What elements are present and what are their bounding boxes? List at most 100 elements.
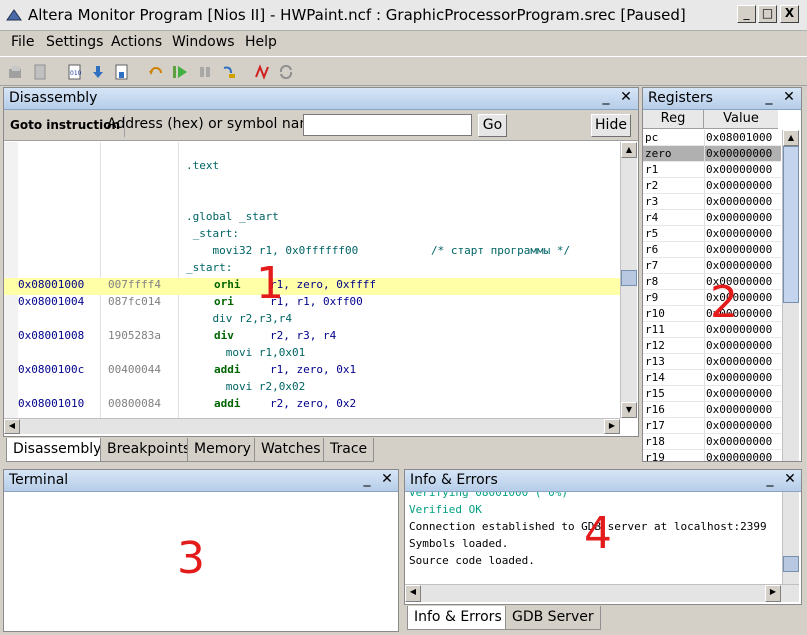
menu-windows[interactable]: Windows xyxy=(172,34,235,50)
register-row[interactable]: r14 0x00000000 xyxy=(643,370,781,386)
register-value[interactable]: 0x00000000 xyxy=(706,419,772,432)
instruction-row[interactable]: 0x08001000 007ffff4 orhi r1, zero, 0xffff xyxy=(4,278,620,295)
source-row[interactable]: .global _start xyxy=(4,210,620,227)
register-value[interactable]: 0x00000000 xyxy=(706,211,772,224)
scroll-down-arrow[interactable]: ▼ xyxy=(621,402,637,418)
instruction-row[interactable]: 0x08001010 00800084 addi r2, zero, 0x2 xyxy=(4,397,620,414)
disassembly-vscrollbar[interactable]: ▲ ▼ xyxy=(620,142,637,418)
scroll-thumb[interactable] xyxy=(621,270,637,286)
instruction-row[interactable]: 0x08001004 087fc014 ori r1, r1, 0xff00 xyxy=(4,295,620,312)
compile-load-icon[interactable] xyxy=(114,64,130,80)
register-row[interactable]: r3 0x00000000 xyxy=(643,194,781,210)
instruction-row[interactable]: 0x0800100c 00400044 addi r1, zero, 0x1 xyxy=(4,363,620,380)
scroll-thumb[interactable] xyxy=(783,556,799,572)
scroll-left-arrow[interactable]: ◀ xyxy=(4,419,20,434)
register-row[interactable]: r2 0x00000000 xyxy=(643,178,781,194)
restart-icon[interactable] xyxy=(148,64,164,80)
scroll-right-arrow[interactable]: ▶ xyxy=(604,419,620,434)
tab-memory[interactable]: Memory xyxy=(187,438,258,462)
hide-button[interactable]: Hide xyxy=(591,114,631,137)
register-value[interactable]: 0x00000000 xyxy=(706,435,772,448)
value-column-header[interactable]: Value xyxy=(704,110,778,129)
registers-vscrollbar[interactable]: ▲ xyxy=(782,130,799,461)
scroll-thumb[interactable] xyxy=(783,146,799,303)
register-row[interactable]: r5 0x00000000 xyxy=(643,226,781,242)
source-row[interactable]: div r2,r3,r4 xyxy=(4,312,620,329)
close-panel-button[interactable]: ✕ xyxy=(782,471,798,487)
tab-info-errors[interactable]: Info & Errors xyxy=(407,606,509,630)
refresh-icon[interactable] xyxy=(278,64,294,80)
minimize-button[interactable]: _ xyxy=(737,5,756,23)
register-value[interactable]: 0x00000000 xyxy=(706,403,772,416)
minimize-panel-button[interactable]: _ xyxy=(762,471,778,487)
source-row[interactable] xyxy=(4,193,620,210)
source-row[interactable]: _start: xyxy=(4,227,620,244)
source-row[interactable] xyxy=(4,176,620,193)
tab-breakpoints[interactable]: Breakpoints xyxy=(100,438,198,462)
menu-file[interactable]: File xyxy=(11,34,34,50)
register-value[interactable]: 0x00000000 xyxy=(706,339,772,352)
register-value[interactable]: 0x00000000 xyxy=(706,355,772,368)
register-row[interactable]: r7 0x00000000 xyxy=(643,258,781,274)
register-row[interactable]: r12 0x00000000 xyxy=(643,338,781,354)
source-row[interactable]: movi32 r1, 0x0ffffff00 /* старт программ… xyxy=(4,244,620,261)
register-value[interactable]: 0x00000000 xyxy=(706,163,772,176)
register-value[interactable]: 0x00000000 xyxy=(706,387,772,400)
register-value[interactable]: 0x00000000 xyxy=(706,147,772,160)
minimize-panel-button[interactable]: _ xyxy=(761,89,777,105)
document-icon[interactable] xyxy=(32,64,48,80)
minimize-panel-button[interactable]: _ xyxy=(359,471,375,487)
register-row[interactable]: r19 0x00000000 xyxy=(643,450,781,461)
register-row[interactable]: r4 0x00000000 xyxy=(643,210,781,226)
address-input[interactable] xyxy=(303,114,472,136)
register-row[interactable]: r18 0x00000000 xyxy=(643,434,781,450)
breakpoint-icon[interactable] xyxy=(254,64,270,80)
scroll-left-arrow[interactable]: ◀ xyxy=(405,585,421,602)
scroll-up-arrow[interactable]: ▲ xyxy=(621,142,637,158)
register-value[interactable]: 0x08001000 xyxy=(706,131,772,144)
register-value[interactable]: 0x00000000 xyxy=(706,195,772,208)
scroll-up-arrow[interactable]: ▲ xyxy=(783,130,799,146)
register-value[interactable]: 0x00000000 xyxy=(706,179,772,192)
scroll-right-arrow[interactable]: ▶ xyxy=(765,585,781,602)
register-value[interactable]: 0x00000000 xyxy=(706,259,772,272)
download-icon[interactable] xyxy=(90,64,106,80)
register-row[interactable]: r13 0x00000000 xyxy=(643,354,781,370)
register-row[interactable]: r1 0x00000000 xyxy=(643,162,781,178)
close-panel-button[interactable]: ✕ xyxy=(379,471,395,487)
continue-icon[interactable] xyxy=(172,64,188,80)
tab-gdb-server[interactable]: GDB Server xyxy=(505,606,601,630)
tab-watches[interactable]: Watches xyxy=(254,438,328,462)
tab-disassembly[interactable]: Disassembly xyxy=(6,438,109,462)
reg-column-header[interactable]: Reg xyxy=(643,110,704,129)
pause-icon[interactable] xyxy=(197,64,213,80)
register-row[interactable]: pc 0x08001000 xyxy=(643,130,781,146)
close-panel-button[interactable]: ✕ xyxy=(618,89,634,105)
tab-trace[interactable]: Trace xyxy=(323,438,375,462)
menu-settings[interactable]: Settings xyxy=(46,34,103,50)
maximize-button[interactable]: □ xyxy=(758,5,777,23)
source-row[interactable]: .text xyxy=(4,159,620,176)
source-row[interactable]: movi r1,0x01 xyxy=(4,346,620,363)
register-value[interactable]: 0x00000000 xyxy=(706,227,772,240)
register-row[interactable]: r6 0x00000000 xyxy=(643,242,781,258)
single-step-icon[interactable] xyxy=(221,64,237,80)
register-value[interactable]: 0x00000000 xyxy=(706,451,772,461)
register-value[interactable]: 0x00000000 xyxy=(706,371,772,384)
register-row[interactable]: r17 0x00000000 xyxy=(643,418,781,434)
go-button[interactable]: Go xyxy=(478,114,507,137)
register-row[interactable]: r16 0x00000000 xyxy=(643,402,781,418)
disassembly-view[interactable]: .text .global _start _start: movi32 r1, 0… xyxy=(4,142,620,418)
close-panel-button[interactable]: ✕ xyxy=(781,89,797,105)
register-row[interactable]: zero 0x00000000 xyxy=(643,146,781,162)
new-project-icon[interactable] xyxy=(8,64,24,80)
instruction-row[interactable]: 0x08001008 1905283a div r2, r3, r4 xyxy=(4,329,620,346)
info-hscrollbar[interactable]: ◀ ▶ xyxy=(405,584,799,602)
source-row[interactable]: _start: xyxy=(4,261,620,278)
register-row[interactable]: r15 0x00000000 xyxy=(643,386,781,402)
minimize-panel-button[interactable]: _ xyxy=(598,89,614,105)
info-vscrollbar[interactable] xyxy=(782,492,799,584)
close-button[interactable]: X xyxy=(780,5,799,23)
menu-actions[interactable]: Actions xyxy=(111,34,162,50)
source-row[interactable]: movi r2,0x02 xyxy=(4,380,620,397)
